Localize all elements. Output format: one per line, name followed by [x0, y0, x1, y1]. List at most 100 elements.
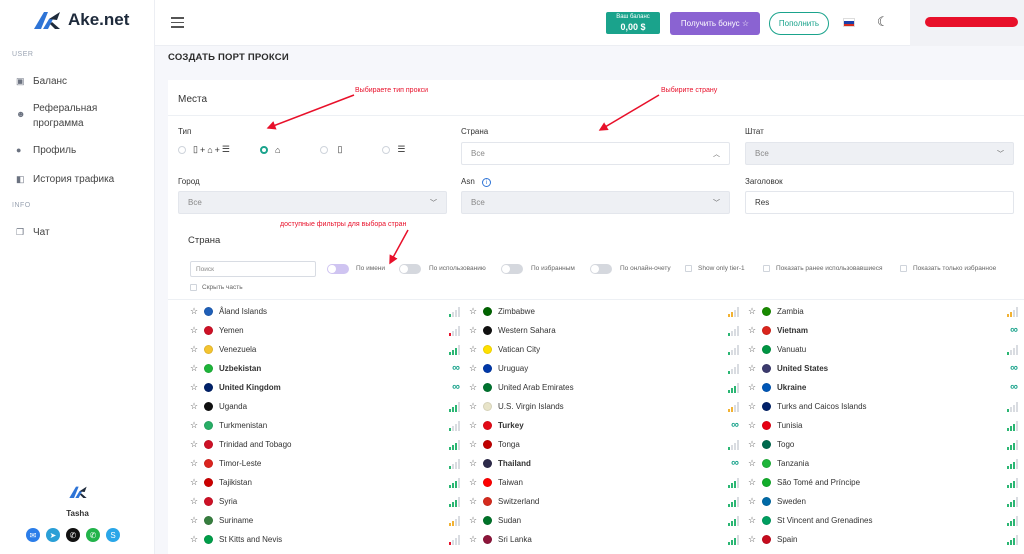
country-row[interactable]: ☆ Vatican City — [469, 340, 739, 359]
previously-used-checkbox[interactable] — [763, 265, 770, 272]
type-radio-residential[interactable] — [260, 145, 268, 154]
favorites-only-checkbox[interactable] — [900, 265, 907, 272]
favorite-star-icon[interactable]: ☆ — [748, 477, 759, 488]
logo[interactable]: Ake.net — [32, 10, 129, 30]
country-row[interactable]: ☆ St Vincent and Grenadines — [748, 511, 1018, 530]
favorite-star-icon[interactable]: ☆ — [469, 401, 480, 412]
country-row[interactable]: ☆ Timor-Leste — [190, 454, 460, 473]
country-row[interactable]: ☆ Sweden — [748, 492, 1018, 511]
country-row[interactable]: ☆ Tanzania — [748, 454, 1018, 473]
favorite-star-icon[interactable]: ☆ — [748, 439, 759, 450]
favorite-star-icon[interactable]: ☆ — [469, 344, 480, 355]
favorite-star-icon[interactable]: ☆ — [190, 306, 201, 317]
favorite-star-icon[interactable]: ☆ — [748, 382, 759, 393]
favorite-star-icon[interactable]: ☆ — [748, 515, 759, 526]
country-search-input[interactable]: Поиск — [190, 261, 316, 277]
header-input[interactable]: Res — [745, 191, 1014, 214]
country-row[interactable]: ☆ U.S. Virgin Islands — [469, 397, 739, 416]
favorite-star-icon[interactable]: ☆ — [469, 382, 480, 393]
asn-select[interactable]: Все ﹀ — [461, 191, 730, 214]
country-row[interactable]: ☆ Zimbabwe — [469, 302, 739, 321]
favorite-star-icon[interactable]: ☆ — [748, 534, 759, 545]
country-row[interactable]: ☆ Uganda — [190, 397, 460, 416]
favorite-star-icon[interactable]: ☆ — [190, 458, 201, 469]
language-flag-icon[interactable] — [843, 18, 855, 27]
country-row[interactable]: ☆ Togo — [748, 435, 1018, 454]
viber-icon[interactable]: ✆ — [66, 528, 80, 542]
country-row[interactable]: ☆ Uruguay — [469, 359, 739, 378]
sort-by-usage-toggle[interactable] — [399, 264, 421, 274]
favorite-star-icon[interactable]: ☆ — [469, 534, 480, 545]
favorite-star-icon[interactable]: ☆ — [190, 401, 201, 412]
favorite-star-icon[interactable]: ☆ — [190, 363, 201, 374]
country-row[interactable]: ☆ Suriname — [190, 511, 460, 530]
get-bonus-button[interactable]: Получить бонус ☆ — [670, 12, 760, 35]
favorite-star-icon[interactable]: ☆ — [748, 401, 759, 412]
topup-button[interactable]: Пополнить — [769, 12, 829, 35]
balance-badge[interactable]: Ваш баланс 0,00 $ — [606, 12, 660, 34]
info-icon[interactable]: i — [482, 178, 492, 187]
country-row[interactable]: ☆ Ukraine ∞ — [748, 378, 1018, 397]
user-menu[interactable] — [910, 0, 1024, 46]
country-row[interactable]: ☆ Sri Lanka — [469, 530, 739, 549]
favorite-star-icon[interactable]: ☆ — [748, 496, 759, 507]
favorite-star-icon[interactable]: ☆ — [469, 363, 480, 374]
country-row[interactable]: ☆ Taiwan — [469, 473, 739, 492]
sort-by-favorite-toggle[interactable] — [501, 264, 523, 274]
favorite-star-icon[interactable]: ☆ — [748, 458, 759, 469]
country-row[interactable]: ☆ Sudan — [469, 511, 739, 530]
favorite-star-icon[interactable]: ☆ — [190, 420, 201, 431]
sort-by-name-toggle[interactable] — [327, 264, 349, 274]
country-row[interactable]: ☆ Uzbekistan ∞ — [190, 359, 460, 378]
telegram-icon[interactable]: ➤ — [46, 528, 60, 542]
whatsapp-icon[interactable]: ✆ — [86, 528, 100, 542]
city-select[interactable]: Все ﹀ — [178, 191, 447, 214]
country-row[interactable]: ☆ Western Sahara — [469, 321, 739, 340]
sidebar-item-traffic-history[interactable]: ◧ История трафика — [16, 172, 114, 187]
favorite-star-icon[interactable]: ☆ — [469, 439, 480, 450]
avatar[interactable] — [65, 480, 90, 504]
email-icon[interactable]: ✉ — [26, 528, 40, 542]
favorite-star-icon[interactable]: ☆ — [748, 420, 759, 431]
type-radio-all[interactable] — [178, 145, 186, 154]
favorite-star-icon[interactable]: ☆ — [190, 344, 201, 355]
favorite-star-icon[interactable]: ☆ — [469, 515, 480, 526]
favorite-star-icon[interactable]: ☆ — [190, 496, 201, 507]
favorite-star-icon[interactable]: ☆ — [748, 325, 759, 336]
hide-part-checkbox[interactable] — [190, 284, 197, 291]
favorite-star-icon[interactable]: ☆ — [748, 344, 759, 355]
country-row[interactable]: ☆ Trinidad and Tobago — [190, 435, 460, 454]
country-row[interactable]: ☆ Thailand ∞ — [469, 454, 739, 473]
favorite-star-icon[interactable]: ☆ — [190, 515, 201, 526]
menu-icon[interactable] — [171, 17, 184, 31]
country-row[interactable]: ☆ United States ∞ — [748, 359, 1018, 378]
country-row[interactable]: ☆ Åland Islands — [190, 302, 460, 321]
favorite-star-icon[interactable]: ☆ — [469, 420, 480, 431]
country-row[interactable]: ☆ Tajikistan — [190, 473, 460, 492]
country-row[interactable]: ☆ Vietnam ∞ — [748, 321, 1018, 340]
country-row[interactable]: ☆ Spain — [748, 530, 1018, 549]
country-select[interactable]: Все ︿ — [461, 142, 730, 165]
country-row[interactable]: ☆ Turkey ∞ — [469, 416, 739, 435]
country-row[interactable]: ☆ Zambia — [748, 302, 1018, 321]
country-row[interactable]: ☆ United Arab Emirates — [469, 378, 739, 397]
country-row[interactable]: ☆ Vanuatu — [748, 340, 1018, 359]
country-row[interactable]: ☆ Switzerland — [469, 492, 739, 511]
tier1-checkbox[interactable] — [685, 265, 692, 272]
favorite-star-icon[interactable]: ☆ — [190, 534, 201, 545]
country-row[interactable]: ☆ United Kingdom ∞ — [190, 378, 460, 397]
country-row[interactable]: ☆ St Kitts and Nevis — [190, 530, 460, 549]
country-row[interactable]: ☆ Turks and Caicos Islands — [748, 397, 1018, 416]
favorite-star-icon[interactable]: ☆ — [748, 306, 759, 317]
country-row[interactable]: ☆ Tonga — [469, 435, 739, 454]
country-row[interactable]: ☆ Turkmenistan — [190, 416, 460, 435]
country-row[interactable]: ☆ Yemen — [190, 321, 460, 340]
country-row[interactable]: ☆ Syria — [190, 492, 460, 511]
favorite-star-icon[interactable]: ☆ — [190, 439, 201, 450]
favorite-star-icon[interactable]: ☆ — [469, 306, 480, 317]
favorite-star-icon[interactable]: ☆ — [469, 496, 480, 507]
favorite-star-icon[interactable]: ☆ — [190, 477, 201, 488]
favorite-star-icon[interactable]: ☆ — [469, 477, 480, 488]
country-row[interactable]: ☆ Tunisia — [748, 416, 1018, 435]
sidebar-item-profile[interactable]: ● Профиль — [16, 143, 76, 158]
